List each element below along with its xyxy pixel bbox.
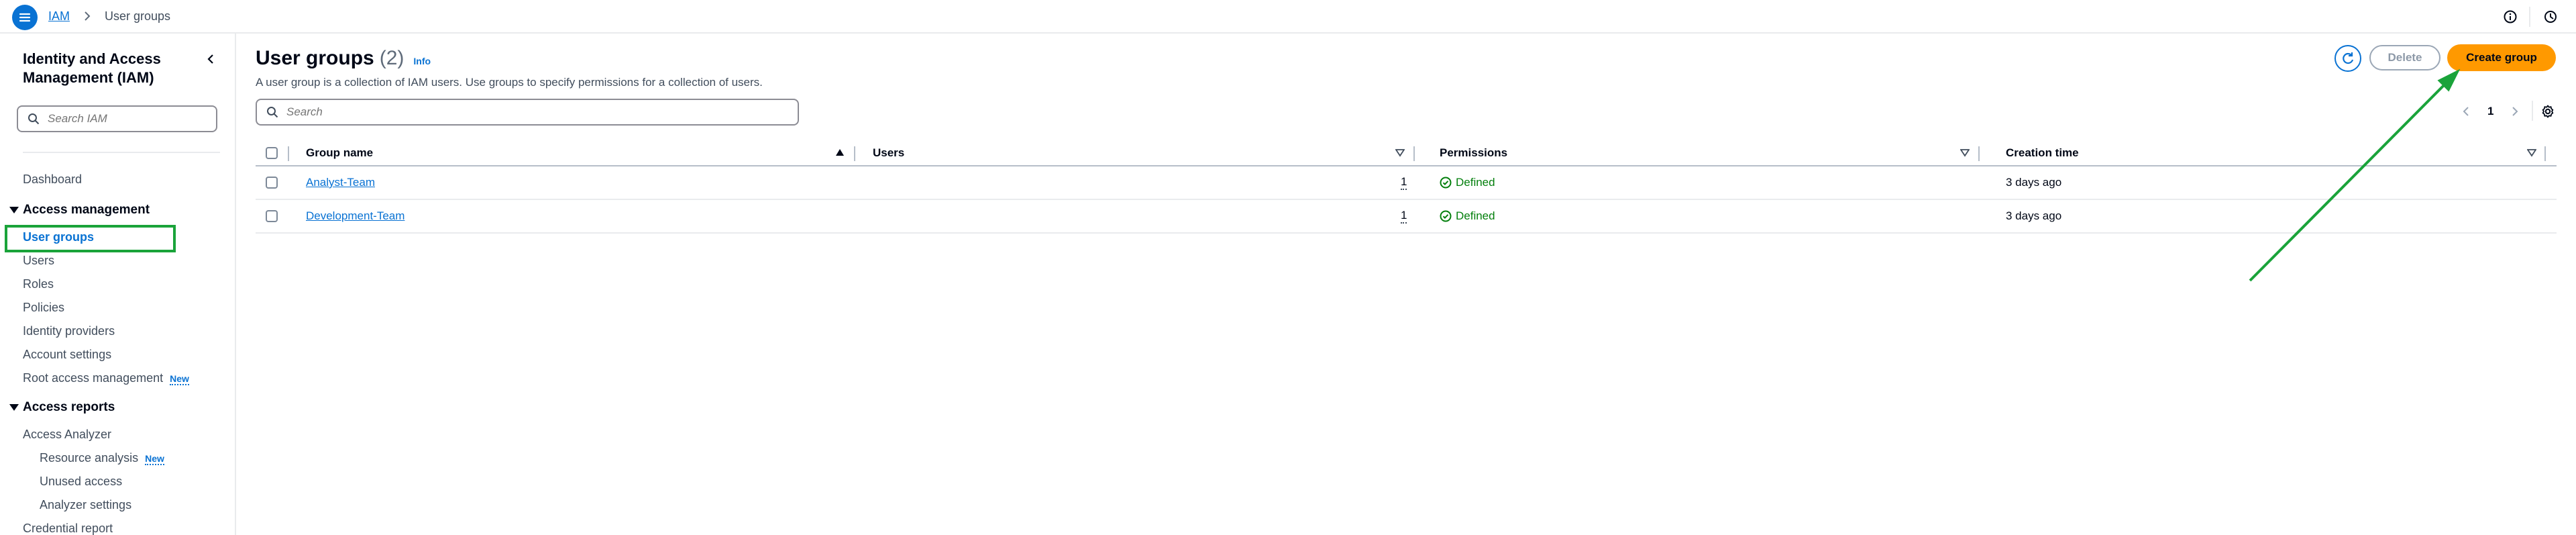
sidebar-item-unused-access[interactable]: Unused access bbox=[40, 474, 122, 489]
caret-down-icon bbox=[9, 404, 19, 411]
sidebar-item-label: Root access management bbox=[23, 371, 164, 385]
user-count[interactable]: 1 bbox=[1401, 209, 1407, 224]
row-checkbox[interactable] bbox=[266, 210, 278, 222]
column-divider bbox=[854, 146, 855, 161]
group-count: (2) bbox=[379, 47, 405, 69]
top-navigation-bar: IAM User groups bbox=[0, 0, 2576, 34]
sort-ascending-icon[interactable] bbox=[833, 145, 847, 160]
breadcrumb-current: User groups bbox=[105, 9, 171, 23]
column-header-creation-time[interactable]: Creation time bbox=[2006, 140, 2079, 166]
chevron-left-icon bbox=[207, 54, 213, 64]
sidebar-section-access-management[interactable]: Access management bbox=[9, 203, 150, 217]
page-title-text: User groups bbox=[256, 47, 374, 69]
table-header: Group name Users Permissions Creation ti… bbox=[256, 140, 2557, 166]
sort-icon[interactable] bbox=[1957, 145, 1972, 160]
creation-time: 3 days ago bbox=[2006, 209, 2062, 222]
breadcrumb-iam-link[interactable]: IAM bbox=[48, 8, 70, 24]
select-all-checkbox[interactable] bbox=[266, 147, 278, 159]
refresh-button[interactable] bbox=[2334, 45, 2361, 72]
sidebar-section-access-reports[interactable]: Access reports bbox=[9, 400, 115, 415]
chevron-right-icon bbox=[2512, 107, 2518, 116]
sidebar-search[interactable] bbox=[17, 105, 217, 132]
sidebar-item-access-analyzer[interactable]: Access Analyzer bbox=[23, 427, 111, 442]
sidebar-item-roles[interactable]: Roles bbox=[23, 277, 54, 291]
table-settings-button[interactable] bbox=[2538, 102, 2557, 121]
menu-button[interactable] bbox=[12, 5, 38, 30]
sidebar-item-label: Resource analysis bbox=[40, 451, 139, 465]
sort-icon[interactable] bbox=[1393, 145, 1407, 160]
chevron-left-icon bbox=[2463, 107, 2469, 116]
user-count[interactable]: 1 bbox=[1401, 175, 1407, 190]
refresh-icon bbox=[2343, 52, 2354, 64]
column-divider bbox=[1978, 146, 1980, 161]
check-circle-icon bbox=[1440, 210, 1452, 222]
previous-page-button[interactable] bbox=[2458, 103, 2474, 119]
table-row[interactable]: Development-Team 1 Defined 3 days ago bbox=[256, 200, 2557, 234]
pagination: 1 bbox=[2458, 103, 2523, 119]
sort-icon[interactable] bbox=[2524, 145, 2539, 160]
sidebar-item-analyzer-settings[interactable]: Analyzer settings bbox=[40, 497, 131, 512]
chevron-right-icon bbox=[82, 11, 93, 21]
sidebar-divider bbox=[23, 152, 220, 153]
column-header-permissions[interactable]: Permissions bbox=[1440, 140, 1507, 166]
permissions-label: Defined bbox=[1456, 209, 1495, 222]
caret-down-icon bbox=[9, 207, 19, 213]
permissions-status: Defined bbox=[1440, 209, 1495, 223]
column-divider bbox=[1413, 146, 1415, 161]
creation-time: 3 days ago bbox=[2006, 176, 2062, 189]
permissions-label: Defined bbox=[1456, 176, 1495, 189]
sidebar-title: Identity and Access Management (IAM) bbox=[23, 50, 161, 86]
main-content: User groups (2) Info A user group is a c… bbox=[236, 34, 2576, 535]
side-navigation: Identity and Access Management (IAM) Das… bbox=[0, 34, 236, 535]
group-name-link[interactable]: Analyst-Team bbox=[306, 176, 375, 189]
group-name-link[interactable]: Development-Team bbox=[306, 209, 405, 223]
sidebar-search-input[interactable] bbox=[48, 112, 209, 126]
table-row[interactable]: Analyst-Team 1 Defined 3 days ago bbox=[256, 166, 2557, 200]
sidebar-item-policies[interactable]: Policies bbox=[23, 300, 64, 315]
search-icon bbox=[28, 113, 40, 125]
info-icon[interactable] bbox=[2502, 8, 2519, 26]
search-input[interactable] bbox=[286, 105, 783, 119]
column-header-group-name[interactable]: Group name bbox=[306, 140, 373, 166]
pagination-divider bbox=[2532, 101, 2533, 121]
column-divider bbox=[2544, 146, 2546, 161]
info-link[interactable]: Info bbox=[413, 48, 431, 74]
new-badge: New bbox=[145, 453, 164, 465]
sidebar-item-users[interactable]: Users bbox=[23, 253, 54, 268]
next-page-button[interactable] bbox=[2507, 103, 2523, 119]
sidebar-item-credential-report[interactable]: Credential report bbox=[23, 521, 113, 535]
table-search[interactable] bbox=[256, 99, 799, 126]
annotation-highlight-box bbox=[5, 225, 176, 252]
section-label: Access management bbox=[23, 203, 150, 217]
sidebar-item-root-access-management[interactable]: Root access management New bbox=[23, 371, 189, 386]
sidebar-item-dashboard[interactable]: Dashboard bbox=[23, 172, 82, 187]
check-circle-icon bbox=[1440, 177, 1452, 189]
section-label: Access reports bbox=[23, 400, 115, 414]
gear-icon bbox=[2542, 105, 2554, 118]
permissions-status: Defined bbox=[1440, 176, 1495, 189]
new-badge: New bbox=[170, 373, 189, 385]
column-header-users[interactable]: Users bbox=[873, 140, 904, 166]
top-bar-divider bbox=[2529, 7, 2530, 27]
create-group-button[interactable]: Create group bbox=[2447, 44, 2556, 71]
page-number[interactable]: 1 bbox=[2487, 105, 2493, 118]
sidebar-item-account-settings[interactable]: Account settings bbox=[23, 347, 111, 362]
row-checkbox[interactable] bbox=[266, 177, 278, 189]
sidebar-collapse-button[interactable] bbox=[201, 50, 220, 68]
hamburger-icon bbox=[19, 13, 31, 22]
page-title: User groups (2) Info bbox=[256, 46, 431, 74]
delete-button[interactable]: Delete bbox=[2369, 45, 2440, 70]
history-icon[interactable] bbox=[2542, 8, 2559, 26]
breadcrumb: IAM User groups bbox=[48, 8, 170, 24]
sidebar-item-resource-analysis[interactable]: Resource analysis New bbox=[40, 450, 164, 466]
column-divider bbox=[288, 146, 289, 161]
search-icon bbox=[267, 107, 278, 118]
sidebar-item-identity-providers[interactable]: Identity providers bbox=[23, 324, 115, 338]
page-description: A user group is a collection of IAM user… bbox=[256, 76, 763, 89]
